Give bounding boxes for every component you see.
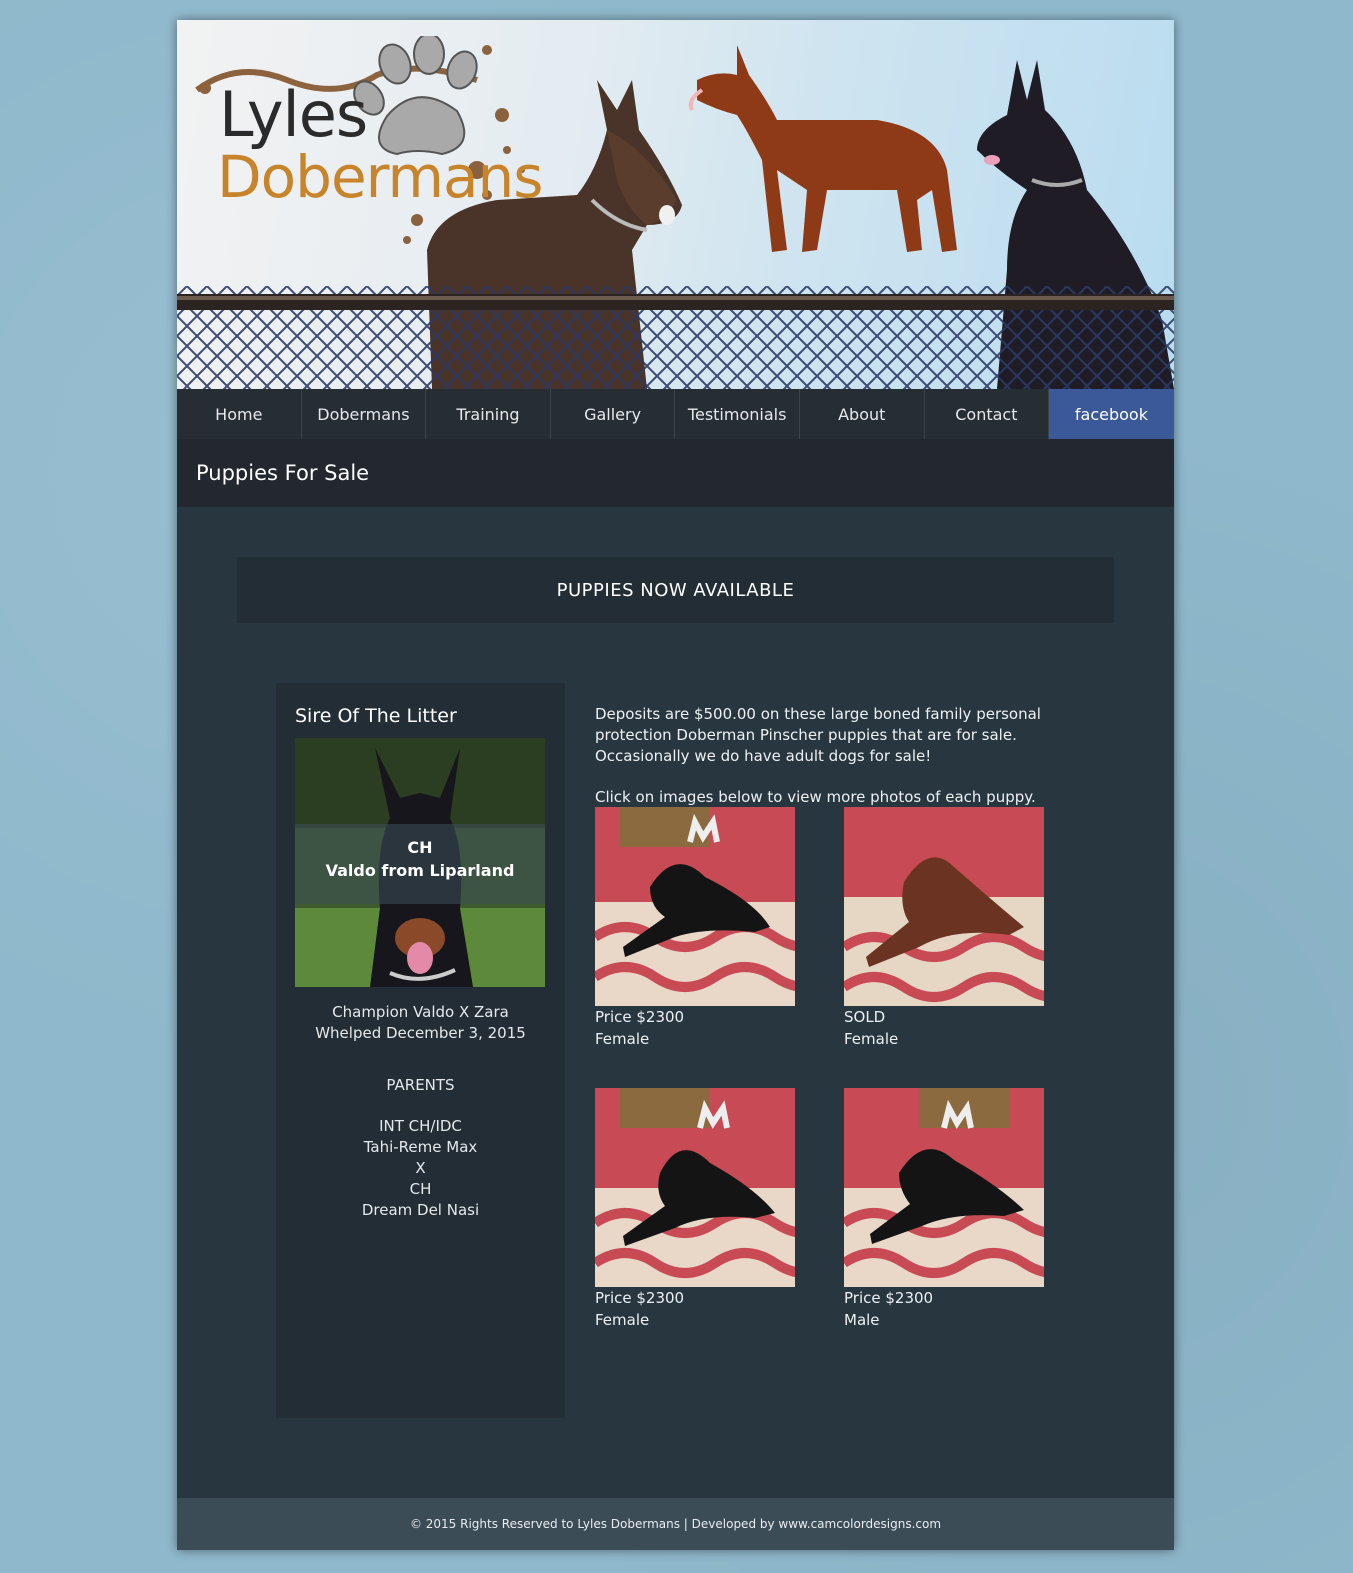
nav-item-facebook[interactable]: facebook bbox=[1049, 389, 1174, 439]
puppy-price: Price $2300 bbox=[844, 1289, 934, 1307]
parent-line: X bbox=[415, 1159, 426, 1177]
intro-text-block: Deposits are $500.00 on these large bone… bbox=[595, 704, 1055, 808]
nav-item-home[interactable]: Home bbox=[177, 389, 302, 439]
logo-dobermans-text[interactable]: Dobermans bbox=[217, 143, 543, 211]
puppy-photo[interactable] bbox=[595, 807, 795, 1006]
puppy-price: Price $2300 bbox=[595, 1008, 685, 1026]
puppy-photo[interactable] bbox=[595, 1088, 795, 1287]
logo-lyles-text[interactable]: Lyles bbox=[219, 78, 368, 151]
main-content: PUPPIES NOW AVAILABLE Sire Of The Litter… bbox=[177, 507, 1174, 1498]
parent-line: Dream Del Nasi bbox=[361, 1201, 480, 1219]
parent-line: Tahi-Reme Max bbox=[363, 1138, 478, 1156]
sire-heading: Sire Of The Litter bbox=[295, 705, 457, 727]
sire-title: CH bbox=[407, 838, 433, 857]
puppies-available-banner: PUPPIES NOW AVAILABLE bbox=[237, 557, 1114, 623]
puppy-photo[interactable] bbox=[844, 1088, 1044, 1287]
sire-name: Valdo from Liparland bbox=[325, 861, 515, 880]
footer-copyright: © 2015 Rights Reserved to Lyles Doberman… bbox=[409, 1517, 942, 1531]
puppy-sex: Female bbox=[595, 1030, 650, 1048]
sire-name-overlay: CH Valdo from Liparland bbox=[295, 824, 545, 904]
chain-link-fence-graphic bbox=[177, 286, 1174, 389]
nav-item-training[interactable]: Training bbox=[426, 389, 551, 439]
nav-item-testimonials[interactable]: Testimonials bbox=[675, 389, 800, 439]
main-navigation: Home Dobermans Training Gallery Testimon… bbox=[177, 389, 1174, 439]
parent-line: INT CH/IDC bbox=[379, 1117, 462, 1135]
page-title: Puppies For Sale bbox=[196, 461, 370, 485]
sire-photo[interactable]: CH Valdo from Liparland bbox=[295, 738, 545, 987]
puppy-price: Price $2300 bbox=[595, 1289, 685, 1307]
footer: © 2015 Rights Reserved to Lyles Doberman… bbox=[177, 1498, 1174, 1550]
puppy-card: SOLD Female bbox=[844, 807, 1044, 1050]
deposit-info: Deposits are $500.00 on these large bone… bbox=[595, 705, 1041, 765]
nav-item-dobermans[interactable]: Dobermans bbox=[302, 389, 427, 439]
nav-item-gallery[interactable]: Gallery bbox=[551, 389, 676, 439]
page-title-bar: Puppies For Sale bbox=[177, 439, 1174, 507]
click-instruction: Click on images below to view more photo… bbox=[595, 788, 1036, 806]
page-container: Lyles Dobermans Home Dobermans Training … bbox=[177, 20, 1174, 1550]
puppy-card: Price $2300 Male bbox=[844, 1088, 1044, 1331]
puppy-price: SOLD bbox=[844, 1008, 886, 1026]
litter-pairing: Champion Valdo X Zara bbox=[332, 1003, 509, 1021]
puppy-card: Price $2300 Female bbox=[595, 807, 795, 1050]
nav-item-contact[interactable]: Contact bbox=[925, 389, 1050, 439]
puppy-photo[interactable] bbox=[844, 807, 1044, 1006]
litter-whelp-date: Whelped December 3, 2015 bbox=[315, 1024, 526, 1042]
puppy-sex: Male bbox=[844, 1311, 880, 1329]
parents-heading: PARENTS bbox=[386, 1076, 455, 1094]
puppy-card: Price $2300 Female bbox=[595, 1088, 795, 1331]
header-banner: Lyles Dobermans bbox=[177, 20, 1174, 389]
nav-item-about[interactable]: About bbox=[800, 389, 925, 439]
parent-line: CH bbox=[409, 1180, 432, 1198]
sire-sidebar: Sire Of The Litter CH Valdo from Liparla… bbox=[276, 683, 565, 1418]
puppy-sex: Female bbox=[595, 1311, 650, 1329]
puppy-sex: Female bbox=[844, 1030, 899, 1048]
puppies-available-heading: PUPPIES NOW AVAILABLE bbox=[556, 580, 795, 601]
